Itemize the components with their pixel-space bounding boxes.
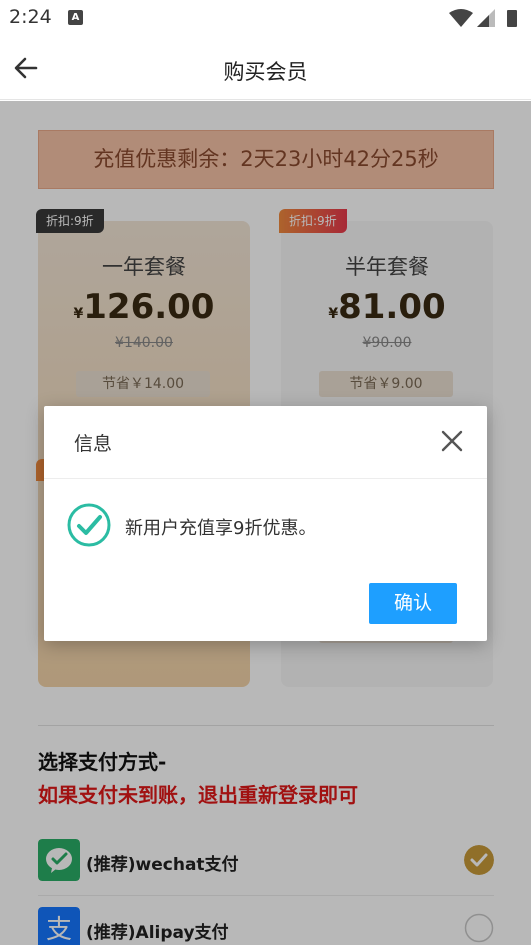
status-bar: 2:24 A [0,0,531,36]
info-dialog: 信息 新用户充值享9折优惠。 确认 [44,406,487,641]
wifi-icon [449,9,473,27]
dialog-message: 新用户充值享9折优惠。 [125,518,317,539]
confirm-button[interactable]: 确认 [369,583,457,624]
dialog-title: 信息 [74,433,113,455]
page-title: 购买会员 [223,60,308,84]
battery-icon [507,10,517,27]
notification-a-icon: A [68,10,83,25]
app-header: 购买会员 [0,36,531,100]
system-status-icons [449,9,517,27]
close-icon[interactable] [439,428,465,454]
status-time: 2:24 [9,6,52,28]
dialog-divider [44,478,487,479]
success-check-icon [67,503,111,547]
